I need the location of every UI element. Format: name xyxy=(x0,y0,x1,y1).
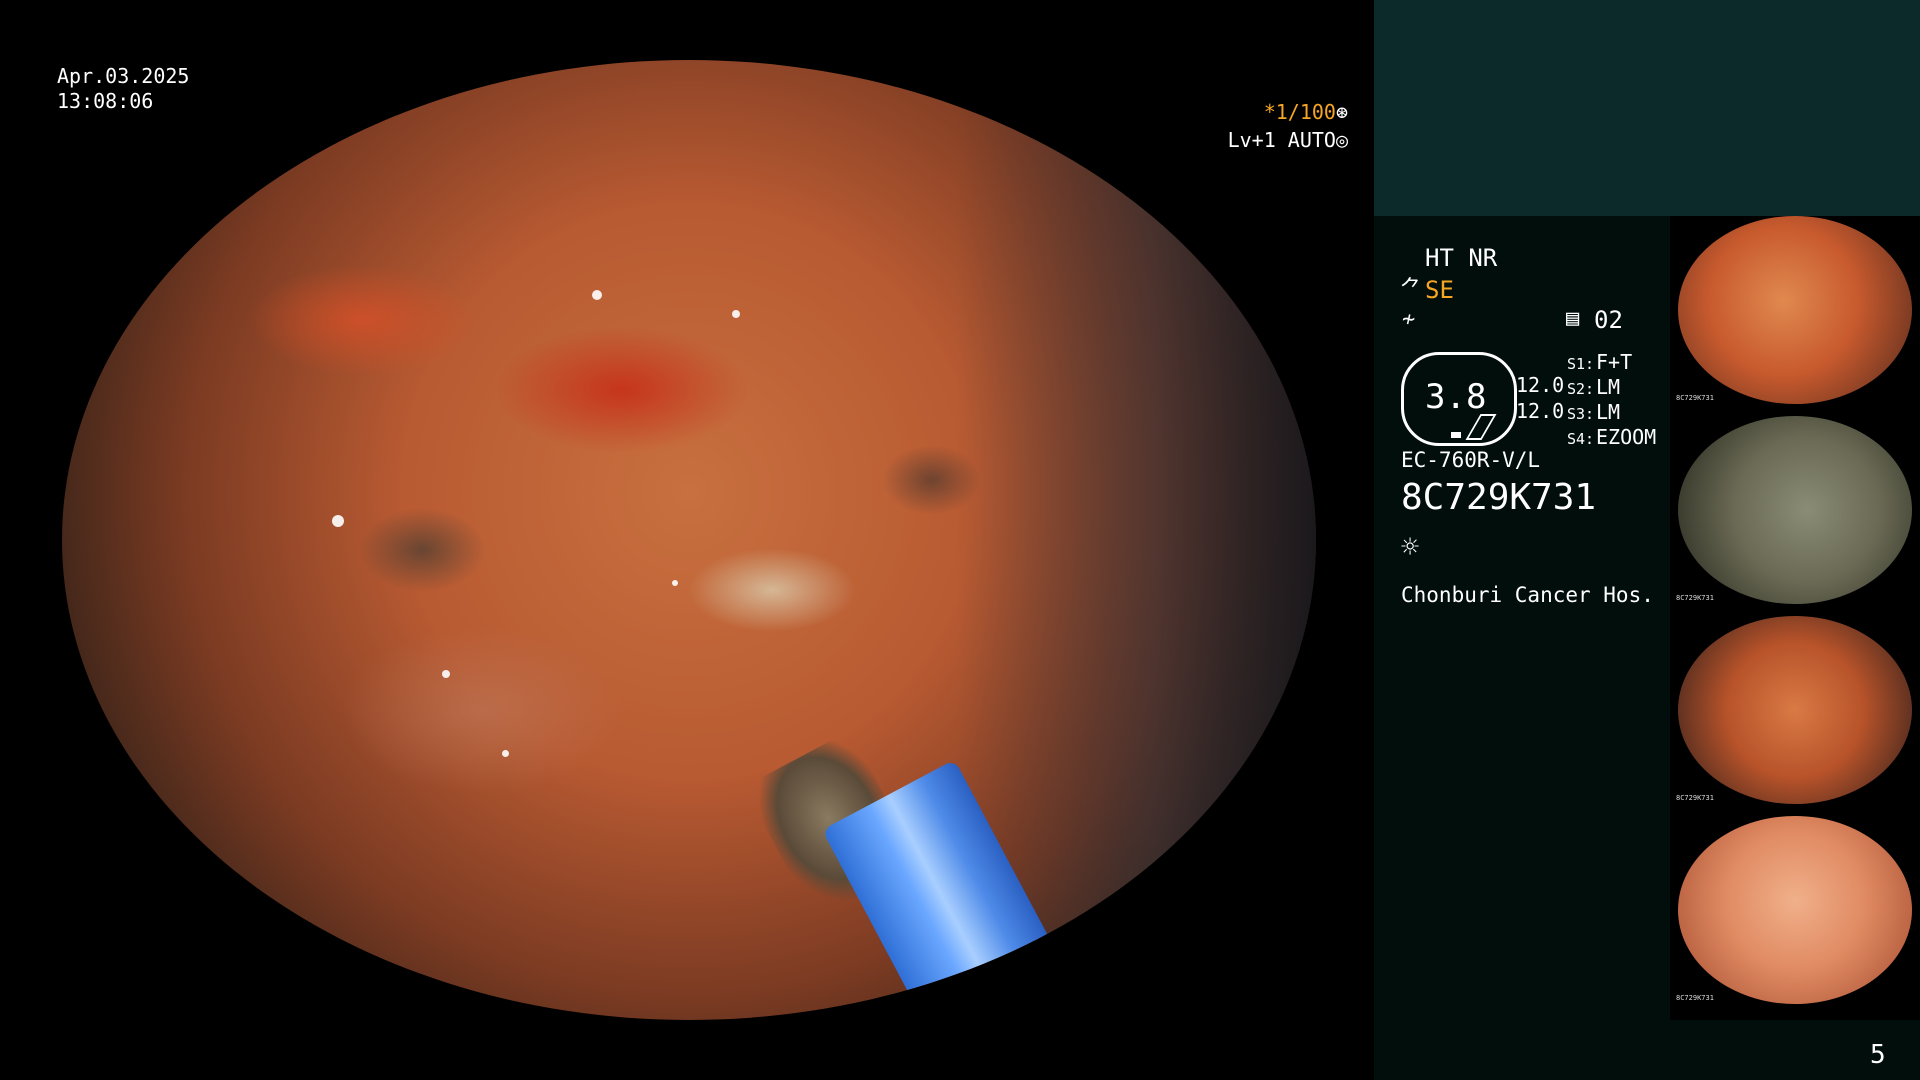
panel-header xyxy=(1374,0,1920,216)
endoscope-image xyxy=(62,60,1316,1020)
thumbnail-1[interactable]: 8C729K731 xyxy=(1672,216,1918,404)
osd-date: Apr.03.2025 xyxy=(57,64,190,88)
auto-icon: ◎ xyxy=(1335,128,1348,152)
structure-enhance-icon: ⺈ xyxy=(1400,277,1423,302)
thumbnail-caption: 8C729K731 xyxy=(1676,994,1714,1002)
zoom-value: 3.8 xyxy=(1425,377,1487,417)
zoom-marker-icon xyxy=(1451,432,1461,438)
osd-level-value: Lv+1 AUTO xyxy=(1227,128,1336,152)
thumbnail-image xyxy=(1678,216,1912,404)
specular-highlight xyxy=(732,310,740,318)
setting-label: S2: xyxy=(1567,380,1595,398)
scope-model: EC-760R-V/L xyxy=(1401,448,1541,472)
setting-label: S4: xyxy=(1567,430,1595,448)
numeric-value-2: 12.0 xyxy=(1516,399,1565,423)
setting-value: LM xyxy=(1596,375,1621,399)
specular-highlight xyxy=(332,515,344,527)
setting-value: F+T xyxy=(1596,350,1633,374)
osd-shutter: *1/100⊛ xyxy=(1264,100,1348,124)
thumbnail-4[interactable]: 8C729K731 xyxy=(1672,816,1918,1004)
frequency-icon: ≁ xyxy=(1402,307,1416,332)
numeric-value-1: 12.0 xyxy=(1516,373,1565,397)
thumbnail-image xyxy=(1678,816,1912,1004)
setting-label: S1: xyxy=(1567,355,1595,373)
thumbnail-image xyxy=(1678,616,1912,804)
shutter-icon: ⊛ xyxy=(1335,100,1348,124)
thumbnail-3[interactable]: 8C729K731 xyxy=(1672,616,1918,804)
setting-value: LM xyxy=(1596,400,1621,424)
specular-highlight xyxy=(502,750,509,757)
document-number: 02 xyxy=(1594,306,1623,334)
specular-highlight xyxy=(442,670,450,678)
scope-serial: 8C729K731 xyxy=(1401,477,1597,518)
specular-highlight xyxy=(672,580,678,586)
thumbnail-caption: 8C729K731 xyxy=(1676,394,1714,402)
thumbnail-2[interactable]: 8C729K731 xyxy=(1672,416,1918,604)
page-number: 5 xyxy=(1870,1040,1886,1070)
thumbnail-image xyxy=(1678,416,1912,604)
setting-value: EZOOM xyxy=(1596,425,1657,449)
ht-nr-label: HT NR xyxy=(1425,244,1498,272)
hospital-name: Chonburi Cancer Hos. xyxy=(1401,583,1654,607)
thumbnail-caption: 8C729K731 xyxy=(1676,794,1714,802)
thumbnail-caption: 8C729K731 xyxy=(1676,594,1714,602)
se-mode-label: SE xyxy=(1425,276,1454,304)
osd-level: Lv+1 AUTO◎ xyxy=(1228,128,1348,152)
light-icon: ☼ xyxy=(1401,530,1420,565)
specular-highlight xyxy=(592,290,602,300)
document-icon: ▤ xyxy=(1566,306,1580,331)
endoscopic-view xyxy=(0,0,1374,1080)
setting-label: S3: xyxy=(1567,405,1595,423)
osd-shutter-value: *1/100 xyxy=(1263,100,1336,124)
osd-time: 13:08:06 xyxy=(57,89,154,113)
